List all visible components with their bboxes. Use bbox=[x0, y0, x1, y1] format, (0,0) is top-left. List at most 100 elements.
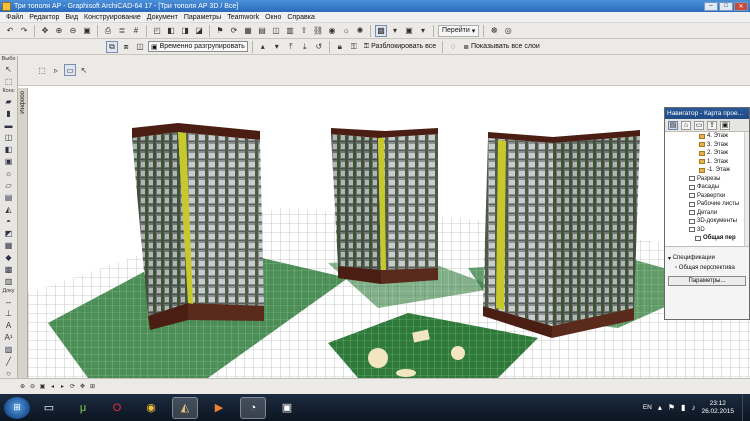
tree-item[interactable]: 4. Этаж bbox=[665, 132, 749, 141]
clock[interactable]: 23:12 26.02.2015 bbox=[701, 400, 734, 416]
archicad-taskbar-icon[interactable]: ◭ bbox=[172, 396, 198, 419]
rectangle-selection-icon[interactable]: ⬚ bbox=[36, 64, 48, 76]
next-zoom-icon[interactable]: ▸ bbox=[58, 382, 67, 391]
text-tool-icon[interactable]: A bbox=[3, 320, 15, 331]
line-tool-icon[interactable]: ╱ bbox=[3, 356, 15, 367]
arrow-selection-icon[interactable]: ▹ bbox=[50, 64, 62, 76]
zone-tool-icon[interactable]: ▥ bbox=[3, 276, 15, 287]
door-tool-icon[interactable]: ◧ bbox=[3, 144, 15, 155]
minimize-button[interactable]: – bbox=[704, 1, 718, 11]
print-icon[interactable]: ⎙ bbox=[102, 25, 114, 37]
view-map-icon[interactable]: ⌂ bbox=[681, 120, 691, 130]
orbit-small-icon[interactable]: ⟳ bbox=[68, 382, 77, 391]
pan-icon[interactable]: ✥ bbox=[39, 25, 51, 37]
grid-icon[interactable]: # bbox=[130, 25, 142, 37]
menu-help[interactable]: Справка bbox=[284, 14, 317, 21]
orbit-icon[interactable]: ⟳ bbox=[228, 25, 240, 37]
language-indicator[interactable]: EN bbox=[643, 404, 652, 411]
opera-taskbar-icon[interactable]: O bbox=[104, 397, 130, 419]
camera-icon[interactable]: ◉ bbox=[326, 25, 338, 37]
specifications-header[interactable]: ▾ Спецификации bbox=[665, 253, 749, 263]
network-icon[interactable]: ▮ bbox=[681, 403, 685, 412]
show-all-layers-button[interactable]: ≣ Показывать все слои bbox=[461, 43, 542, 51]
tree-item[interactable]: 1. Этаж bbox=[665, 158, 749, 167]
hide-layer-icon[interactable]: ◌ bbox=[447, 41, 459, 53]
arrow-tool-icon[interactable]: ↖ bbox=[3, 64, 15, 75]
tree-item[interactable]: Фасады bbox=[665, 183, 749, 192]
roof-tool-icon[interactable]: ◭ bbox=[3, 204, 15, 215]
suspend-groups-icon[interactable]: ◫ bbox=[134, 41, 146, 53]
layers-icon[interactable]: ≣ bbox=[116, 25, 128, 37]
elevation-icon[interactable]: ◨ bbox=[179, 25, 191, 37]
worksheet-icon[interactable]: ▥ bbox=[284, 25, 296, 37]
goto-button[interactable]: Перейти ▾ bbox=[438, 24, 480, 37]
menu-view[interactable]: Вид bbox=[62, 14, 81, 21]
lamp-tool-icon[interactable]: ☼ bbox=[3, 168, 15, 179]
tree-item[interactable]: 2. Этаж bbox=[665, 149, 749, 158]
group-icon[interactable]: ⧉ bbox=[106, 40, 118, 53]
sun-icon[interactable]: ✺ bbox=[354, 25, 366, 37]
close-button[interactable]: ✕ bbox=[734, 1, 748, 11]
walk-icon[interactable]: ⚑ bbox=[214, 25, 226, 37]
send-backward-icon[interactable]: ▾ bbox=[271, 41, 283, 53]
menu-teamwork[interactable]: Teamwork bbox=[224, 14, 262, 21]
3d-viewport[interactable] bbox=[28, 88, 750, 378]
shell-tool-icon[interactable]: ◓ bbox=[3, 216, 15, 227]
title-bar[interactable]: Три тополя АР - Graphisoft ArchiCAD-64 1… bbox=[0, 0, 750, 12]
bring-front-icon[interactable]: ⤒ bbox=[285, 41, 297, 53]
wall-tool-icon[interactable]: ▰ bbox=[3, 96, 15, 107]
slab-tool-icon[interactable]: ▱ bbox=[3, 180, 15, 191]
chrome-taskbar-icon[interactable]: ◉ bbox=[138, 397, 164, 419]
column-tool-icon[interactable]: ▮ bbox=[3, 108, 15, 119]
bring-forward-icon[interactable]: ▴ bbox=[257, 41, 269, 53]
explorer-taskbar-icon[interactable]: ▭ bbox=[36, 397, 62, 419]
menu-design[interactable]: Конструирование bbox=[81, 14, 144, 21]
layout-icon[interactable]: ▦ bbox=[242, 25, 254, 37]
tree-item[interactable]: Детали bbox=[665, 209, 749, 218]
show-desktop-button[interactable] bbox=[742, 394, 750, 421]
morph-tool-icon[interactable]: ◆ bbox=[3, 252, 15, 263]
eye-icon[interactable]: ◎ bbox=[502, 25, 514, 37]
info-box-collapsed[interactable]: Инфобо bbox=[18, 88, 28, 378]
tree-item[interactable]: Рабочие листы bbox=[665, 200, 749, 209]
publish-icon[interactable]: ⇪ bbox=[298, 25, 310, 37]
redo-icon[interactable]: ↷ bbox=[18, 25, 30, 37]
zoom-out-small-icon[interactable]: ⊖ bbox=[28, 382, 37, 391]
walkthrough-icon[interactable]: ☸ bbox=[488, 25, 500, 37]
menu-window[interactable]: Окно bbox=[262, 14, 284, 21]
menu-edit[interactable]: Редактор bbox=[26, 14, 62, 21]
menu-file[interactable]: Файл bbox=[0, 14, 26, 21]
send-back-icon[interactable]: ⤓ bbox=[299, 41, 311, 53]
menu-document[interactable]: Документ bbox=[144, 14, 181, 21]
light-icon[interactable]: ☼ bbox=[340, 25, 352, 37]
render-icon[interactable]: ◪ bbox=[193, 25, 205, 37]
pan-small-icon[interactable]: ✥ bbox=[78, 382, 87, 391]
maximize-button[interactable]: □ bbox=[719, 1, 733, 11]
curtainwall-tool-icon[interactable]: ▦ bbox=[3, 240, 15, 251]
tree-item-selected[interactable]: Общая пер bbox=[665, 234, 749, 243]
link-icon[interactable]: ⛓ bbox=[312, 25, 324, 37]
dimension-tool-icon[interactable]: ↔ bbox=[3, 296, 15, 307]
navigate-icon[interactable]: ⊞ bbox=[88, 382, 97, 391]
beam-tool-icon[interactable]: ▬ bbox=[3, 120, 15, 131]
unlock-all-button[interactable]: ⚿ Разблокировать все bbox=[362, 43, 438, 51]
zoom-in-icon[interactable]: ⊕ bbox=[53, 25, 65, 37]
level-tool-icon[interactable]: ⊥ bbox=[3, 308, 15, 319]
tree-item[interactable]: Развертки bbox=[665, 192, 749, 201]
graphisoft-taskbar-icon[interactable]: ◔ bbox=[240, 396, 266, 419]
media-taskbar-icon[interactable]: ▣ bbox=[274, 397, 300, 419]
zoom-out-icon[interactable]: ⊖ bbox=[67, 25, 79, 37]
utorrent-taskbar-icon[interactable]: μ bbox=[70, 397, 96, 419]
3d-view-toggle-icon[interactable]: ▩ bbox=[375, 24, 387, 37]
marquee-icon[interactable]: ▭ bbox=[64, 64, 76, 76]
skylight-tool-icon[interactable]: ◩ bbox=[3, 228, 15, 239]
prev-zoom-icon[interactable]: ◂ bbox=[48, 382, 57, 391]
project-map-icon[interactable]: ▤ bbox=[668, 120, 678, 130]
publisher-icon[interactable]: ⇪ bbox=[707, 120, 717, 130]
ungroup-icon[interactable]: ⧈ bbox=[120, 41, 132, 53]
tree-item[interactable]: -1. Этаж bbox=[665, 166, 749, 175]
unlock-icon[interactable]: ⚿ bbox=[348, 41, 360, 53]
3d-window-icon[interactable]: ◰ bbox=[151, 25, 163, 37]
label-tool-icon[interactable]: A¹ bbox=[3, 332, 15, 343]
tree-item[interactable]: 3D-документы bbox=[665, 217, 749, 226]
